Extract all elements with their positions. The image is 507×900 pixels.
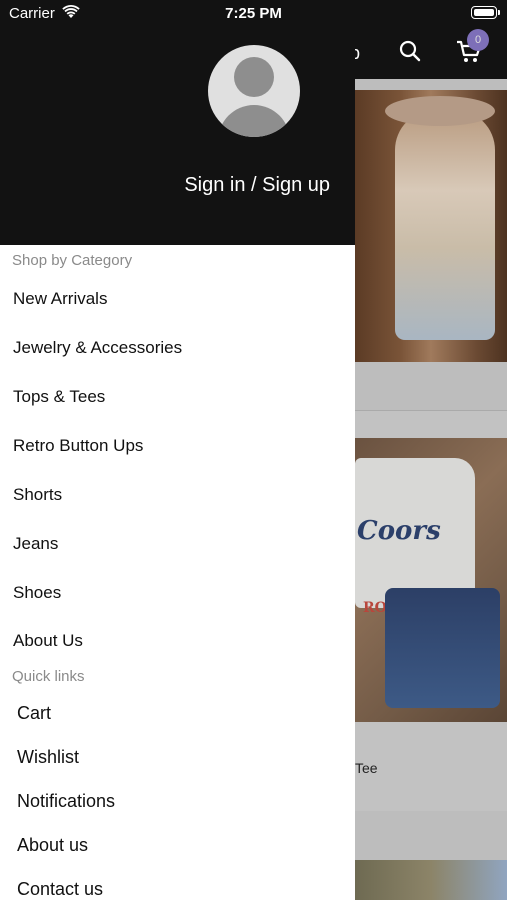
hat-shape [385, 96, 495, 126]
cart-badge: 0 [467, 29, 489, 51]
battery-icon [471, 6, 500, 19]
category-retro-button-ups[interactable]: Retro Button Ups [13, 436, 143, 456]
avatar[interactable] [208, 45, 300, 137]
tee-print-text: Coors [357, 516, 441, 546]
category-new-arrivals[interactable]: New Arrivals [13, 289, 107, 309]
model-figure [395, 110, 495, 340]
category-about-us[interactable]: About Us [13, 631, 83, 651]
quick-links-heading: Quick links [12, 668, 85, 685]
next-product-image[interactable] [355, 860, 507, 900]
category-jewelry-accessories[interactable]: Jewelry & Accessories [13, 338, 182, 358]
drawer-header: Sign in / Sign up [0, 0, 355, 245]
category-tops-tees[interactable]: Tops & Tees [13, 387, 105, 407]
product-image[interactable]: Coors RODEO [355, 438, 507, 722]
product-title-partial[interactable]: Tee [355, 760, 378, 776]
avatar-shoulders [218, 105, 290, 137]
shop-by-category-heading: Shop by Category [12, 252, 133, 269]
category-shorts[interactable]: Shorts [13, 485, 62, 505]
quick-link-about-us[interactable]: About us [17, 835, 88, 856]
signin-link[interactable]: Sign in / Sign up [0, 174, 330, 197]
quick-link-cart[interactable]: Cart [17, 703, 51, 724]
search-icon[interactable] [399, 40, 421, 67]
hero-image[interactable] [355, 90, 507, 362]
category-shoes[interactable]: Shoes [13, 583, 61, 603]
jeans-shape [385, 588, 500, 708]
status-bar: Carrier 7:25 PM [0, 0, 507, 27]
clock: 7:25 PM [225, 5, 282, 22]
quick-link-contact-us[interactable]: Contact us [17, 879, 103, 900]
quick-link-wishlist[interactable]: Wishlist [17, 747, 79, 768]
category-jeans[interactable]: Jeans [13, 534, 58, 554]
quick-link-notifications[interactable]: Notifications [17, 791, 115, 812]
avatar-head [234, 57, 274, 97]
side-drawer: Sign in / Sign up Shop by Category New A… [0, 0, 355, 900]
